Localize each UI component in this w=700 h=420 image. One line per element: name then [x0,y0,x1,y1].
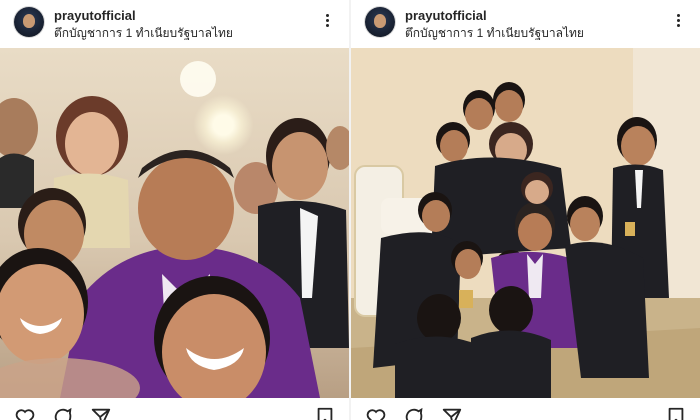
more-options-icon[interactable] [672,12,684,34]
post-photo[interactable] [351,48,700,398]
post-right: prayutofficial ตึกบัญชาการ 1 ทำเนียบรัฐบ… [351,0,700,420]
location[interactable]: ตึกบัญชาการ 1 ทำเนียบรัฐบาลไทย [405,24,584,43]
group-photo-illustration [351,48,700,398]
comment-icon[interactable] [52,406,74,420]
comment-icon[interactable] [403,406,425,420]
post-header: prayutofficial ตึกบัญชาการ 1 ทำเนียบรัฐบ… [0,0,349,46]
bookmark-icon[interactable] [665,406,687,420]
post-actions [0,400,349,420]
username[interactable]: prayutofficial [54,8,136,23]
share-icon[interactable] [90,406,112,420]
more-options-icon[interactable] [321,12,333,34]
selfie-photo-illustration [0,61,349,398]
share-icon[interactable] [441,406,463,420]
post-left: prayutofficial ตึกบัญชาการ 1 ทำเนียบรัฐบ… [0,0,349,420]
location[interactable]: ตึกบัญชาการ 1 ทำเนียบรัฐบาลไทย [54,24,233,43]
avatar[interactable] [14,7,44,37]
avatar[interactable] [365,7,395,37]
post-photo[interactable] [0,48,349,398]
post-header: prayutofficial ตึกบัญชาการ 1 ทำเนียบรัฐบ… [351,0,700,46]
bookmark-icon[interactable] [314,406,336,420]
post-actions [351,400,700,420]
username[interactable]: prayutofficial [405,8,487,23]
heart-icon[interactable] [365,406,387,420]
heart-icon[interactable] [14,406,36,420]
